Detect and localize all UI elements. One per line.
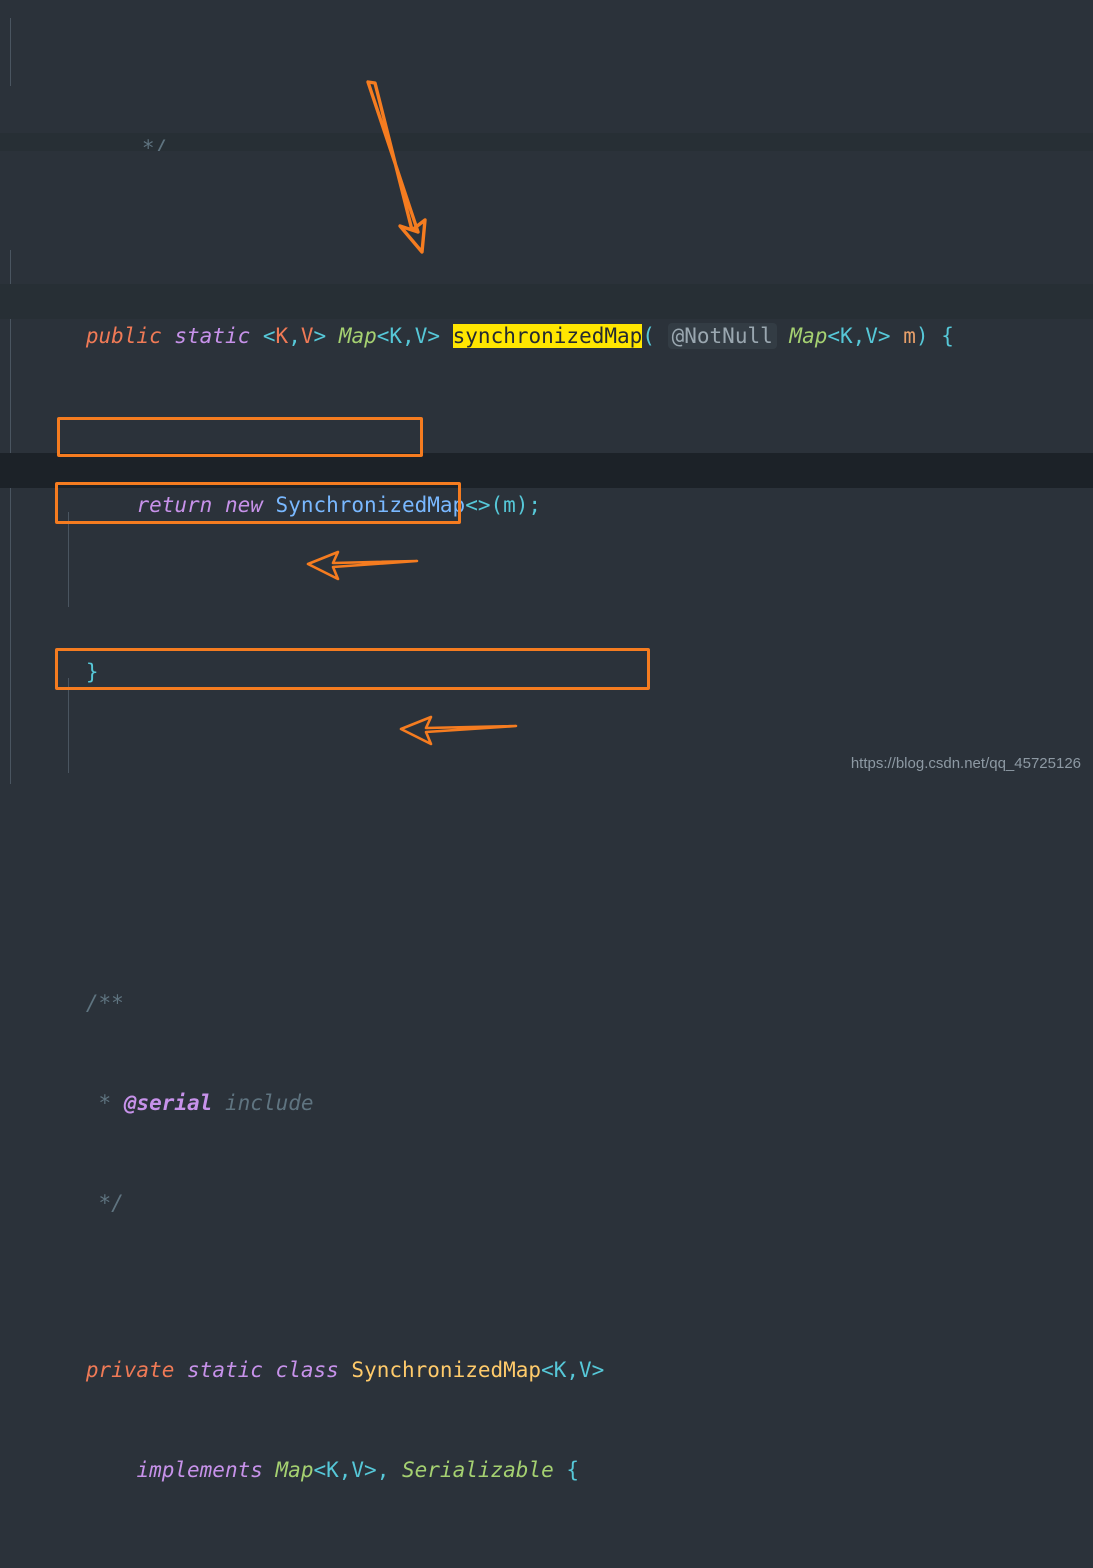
token-static-2: static bbox=[187, 1357, 263, 1382]
token-private: private bbox=[85, 1357, 175, 1382]
token-param-type: Map bbox=[789, 324, 828, 349]
token-generic-close: > bbox=[313, 324, 327, 349]
token-class-generic: <K,V> bbox=[541, 1357, 605, 1382]
token-paren-open: ( bbox=[642, 324, 655, 349]
token-public: public bbox=[85, 324, 162, 349]
token-javadoc-include: include bbox=[225, 1091, 314, 1116]
token-javadoc-star: * bbox=[98, 1091, 112, 1116]
token-comment-close: */ bbox=[141, 136, 168, 152]
token-class-synchronizedmap: SynchronizedMap bbox=[275, 492, 466, 517]
watermark-url: https://blog.csdn.net/qq_45725126 bbox=[850, 755, 1081, 772]
token-impl-map: Map bbox=[275, 1457, 314, 1482]
code-line-return: return new SynchronizedMap<>(m); bbox=[0, 452, 1093, 517]
token-static: static bbox=[174, 324, 251, 349]
code-content: */ public static <K,V> Map<K,V> synchron… bbox=[0, 0, 1093, 1482]
token-class-brace: { bbox=[566, 1457, 580, 1482]
token-return-type-map: Map bbox=[338, 324, 377, 349]
token-class: class bbox=[275, 1357, 339, 1382]
token-impl-comma: , bbox=[376, 1457, 390, 1482]
token-return: return bbox=[136, 492, 213, 517]
token-return-type-generic: <K,V> bbox=[376, 324, 440, 349]
token-paren-close: ) bbox=[915, 324, 929, 349]
code-line-0: */ bbox=[0, 133, 1093, 152]
code-line-javadoc-open: /** bbox=[0, 954, 1093, 1015]
token-javadoc-close: */ bbox=[98, 1191, 124, 1216]
code-line-blank-1 bbox=[0, 788, 1093, 821]
code-editor-view: */ public static <K,V> Map<K,V> synchron… bbox=[0, 0, 1093, 1482]
token-new: new bbox=[224, 492, 263, 517]
token-brace-open: { bbox=[941, 324, 954, 349]
code-line-javadoc-close: */ bbox=[0, 1154, 1093, 1215]
token-generic-k: K bbox=[275, 324, 289, 349]
token-class-name: SynchronizedMap bbox=[351, 1357, 542, 1382]
token-javadoc-serial-tag: @serial bbox=[123, 1091, 213, 1116]
highlighted-method-name: synchronizedMap bbox=[452, 324, 643, 349]
token-close-brace: } bbox=[85, 659, 99, 684]
token-diamond: <> bbox=[465, 492, 491, 517]
token-param-name: m bbox=[903, 324, 916, 349]
token-generic-open: < bbox=[262, 324, 276, 349]
code-line-javadoc-tag: * @serial include bbox=[0, 1054, 1093, 1115]
code-line-signature: public static <K,V> Map<K,V> synchronize… bbox=[0, 284, 1093, 350]
token-generic-comma: , bbox=[288, 324, 301, 349]
code-line-close-method: } bbox=[0, 621, 1093, 684]
token-implements: implements bbox=[136, 1457, 263, 1482]
token-javadoc-open: /** bbox=[85, 991, 124, 1016]
token-serializable: Serializable bbox=[402, 1457, 554, 1482]
code-line-class-decl: private static class SynchronizedMap<K,V… bbox=[0, 1320, 1093, 1382]
token-impl-generic: <K,V> bbox=[313, 1457, 377, 1482]
token-param-generic: <K,V> bbox=[827, 324, 891, 349]
token-call-args: (m); bbox=[490, 492, 542, 517]
token-annotation-notnull: @NotNull bbox=[667, 323, 777, 350]
token-generic-v: V bbox=[300, 324, 314, 349]
code-line-implements: implements Map<K,V>, Serializable { bbox=[0, 1420, 1093, 1482]
